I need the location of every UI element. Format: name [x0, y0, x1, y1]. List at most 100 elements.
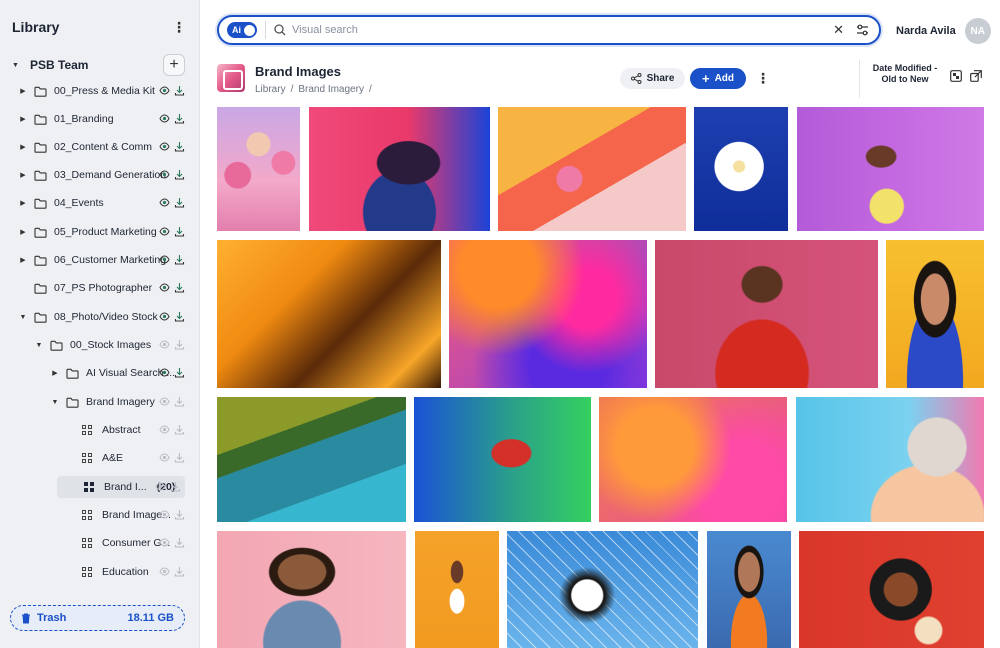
caret-right-icon[interactable]: ▶	[18, 256, 28, 264]
download-icon[interactable]	[174, 141, 185, 152]
image-tile-woman-makeup-yellow[interactable]	[886, 240, 984, 388]
caret-right-icon[interactable]: ▶	[18, 115, 28, 123]
sync-view-icon[interactable]	[159, 537, 170, 548]
sync-view-icon[interactable]	[159, 282, 170, 293]
image-tile-runner-orange[interactable]	[415, 531, 499, 648]
image-tile-dancer-neon[interactable]	[414, 397, 591, 522]
sidebar-item-01-branding[interactable]: ▶ 01_Branding	[18, 108, 185, 130]
more-options-icon[interactable]: ⋮	[755, 70, 771, 86]
sidebar-item-brand-i[interactable]: Brand I... (20)	[57, 476, 185, 498]
sidebar-item-brand-imagery[interactable]: ▼ Brand Imagery	[50, 391, 185, 413]
sidebar-item-08-photo-video-stock[interactable]: ▼ 08_Photo/Video Stock	[18, 306, 185, 328]
image-tile-tennis-ball-pastel[interactable]	[498, 107, 686, 231]
download-icon[interactable]	[174, 113, 185, 124]
sync-view-icon[interactable]	[159, 85, 170, 96]
sidebar-item-abstract[interactable]: Abstract	[66, 419, 185, 441]
breadcrumb-library[interactable]: Library	[255, 84, 286, 95]
trash-button[interactable]: Trash 18.11 GB	[10, 605, 185, 631]
image-tile-football-helmet[interactable]	[796, 397, 984, 522]
avatar[interactable]: NA	[964, 18, 991, 44]
add-button[interactable]: + Add	[690, 68, 746, 89]
image-tile-man-smiling-pink[interactable]	[217, 531, 406, 648]
caret-down-icon[interactable]: ▼	[34, 342, 44, 349]
caret-right-icon[interactable]: ▶	[50, 369, 60, 377]
caret-right-icon[interactable]: ▶	[18, 87, 28, 95]
sidebar-item-00-press-media-kit[interactable]: ▶ 00_Press & Media Kit	[18, 80, 185, 102]
sync-view-icon[interactable]	[159, 424, 170, 435]
sync-view-icon[interactable]	[159, 113, 170, 124]
team-row[interactable]: ▼ PSB Team +	[12, 54, 185, 76]
sync-view-icon[interactable]	[159, 169, 170, 180]
download-icon[interactable]	[174, 197, 185, 208]
sidebar-item-consumer-g[interactable]: Consumer G...	[66, 532, 185, 554]
sync-view-icon[interactable]	[159, 254, 170, 265]
caret-down-icon[interactable]: ▼	[12, 62, 22, 69]
image-tile-white-dahlia-blue[interactable]	[694, 107, 788, 231]
clear-icon[interactable]: ✕	[833, 22, 844, 38]
download-icon[interactable]	[174, 226, 185, 237]
download-icon[interactable]	[174, 537, 185, 548]
open-window-icon[interactable]	[970, 70, 982, 82]
download-icon[interactable]	[174, 509, 185, 520]
sidebar-item-00-stock-images[interactable]: ▼ 00_Stock Images	[34, 334, 185, 356]
download-icon[interactable]	[174, 396, 185, 407]
share-button[interactable]: Share	[620, 68, 685, 89]
sync-view-icon[interactable]	[159, 367, 170, 378]
image-tile-abstract-pink-blue-gradient[interactable]	[449, 240, 647, 388]
image-tile-tennis-player-purple[interactable]	[797, 107, 984, 231]
sidebar-item-04-events[interactable]: ▶ 04_Events	[18, 192, 185, 214]
caret-right-icon[interactable]: ▶	[18, 199, 28, 207]
sync-view-icon[interactable]	[159, 339, 170, 350]
caret-right-icon[interactable]: ▶	[18, 228, 28, 236]
download-icon[interactable]	[174, 424, 185, 435]
sync-view-icon[interactable]	[159, 566, 170, 577]
sync-view-icon[interactable]	[155, 481, 166, 492]
sync-view-icon[interactable]	[159, 396, 170, 407]
more-options-icon[interactable]: ⋮	[171, 19, 187, 35]
download-icon[interactable]	[170, 481, 181, 492]
download-icon[interactable]	[174, 339, 185, 350]
sidebar-item-a-e[interactable]: A&E	[66, 447, 185, 469]
user-menu[interactable]: Narda Avila NA	[896, 18, 991, 44]
sidebar-item-06-customer-marketing[interactable]: ▶ 06_Customer Marketing	[18, 249, 185, 271]
image-tile-abstract-silk-waves[interactable]	[599, 397, 787, 522]
caret-right-icon[interactable]: ▶	[18, 171, 28, 179]
download-icon[interactable]	[174, 169, 185, 180]
image-tile-woman-pink-flowers[interactable]	[217, 107, 300, 231]
sync-view-icon[interactable]	[159, 226, 170, 237]
sidebar-item-02-content-comm[interactable]: ▶ 02_Content & Comm	[18, 136, 185, 158]
ai-toggle[interactable]: Ai	[227, 22, 257, 38]
download-icon[interactable]	[174, 452, 185, 463]
sidebar-item-07-ps-photographer[interactable]: 07_PS Photographer	[18, 277, 185, 299]
image-tile-soccer-ball-net[interactable]	[507, 531, 698, 648]
filter-settings-icon[interactable]	[856, 24, 869, 36]
search-input[interactable]	[292, 24, 834, 36]
download-icon[interactable]	[174, 282, 185, 293]
download-icon[interactable]	[174, 367, 185, 378]
image-tile-orange-arches[interactable]	[217, 240, 441, 388]
caret-down-icon[interactable]: ▼	[18, 314, 28, 321]
image-tile-man-headphones-pink[interactable]	[655, 240, 878, 388]
grid-view-icon[interactable]	[950, 70, 962, 82]
image-tile-young-man-orange-shirt[interactable]	[707, 531, 791, 648]
caret-right-icon[interactable]: ▶	[18, 143, 28, 151]
visual-search-bar[interactable]: Ai ✕	[217, 15, 881, 45]
breadcrumb-brand-imagery[interactable]: Brand Imagery	[298, 84, 364, 95]
sync-view-icon[interactable]	[159, 311, 170, 322]
sync-view-icon[interactable]	[159, 141, 170, 152]
sync-view-icon[interactable]	[159, 452, 170, 463]
image-tile-aerial-river-field[interactable]	[217, 397, 406, 522]
download-icon[interactable]	[174, 254, 185, 265]
image-tile-woman-neon-sunglasses[interactable]	[309, 107, 490, 231]
download-icon[interactable]	[174, 566, 185, 577]
sort-dropdown[interactable]: Date Modified - Old to New	[872, 63, 938, 85]
download-icon[interactable]	[174, 311, 185, 322]
download-icon[interactable]	[174, 85, 185, 96]
sync-view-icon[interactable]	[159, 197, 170, 208]
sidebar-item-03-demand-generation[interactable]: ▶ 03_Demand Generation	[18, 164, 185, 186]
sync-view-icon[interactable]	[159, 509, 170, 520]
caret-down-icon[interactable]: ▼	[50, 399, 60, 406]
add-folder-button[interactable]: +	[163, 54, 185, 76]
image-tile-food-bowl-red[interactable]	[799, 531, 984, 648]
sidebar-item-ai-visual-search[interactable]: ▶ AI Visual Search ...	[50, 362, 185, 384]
